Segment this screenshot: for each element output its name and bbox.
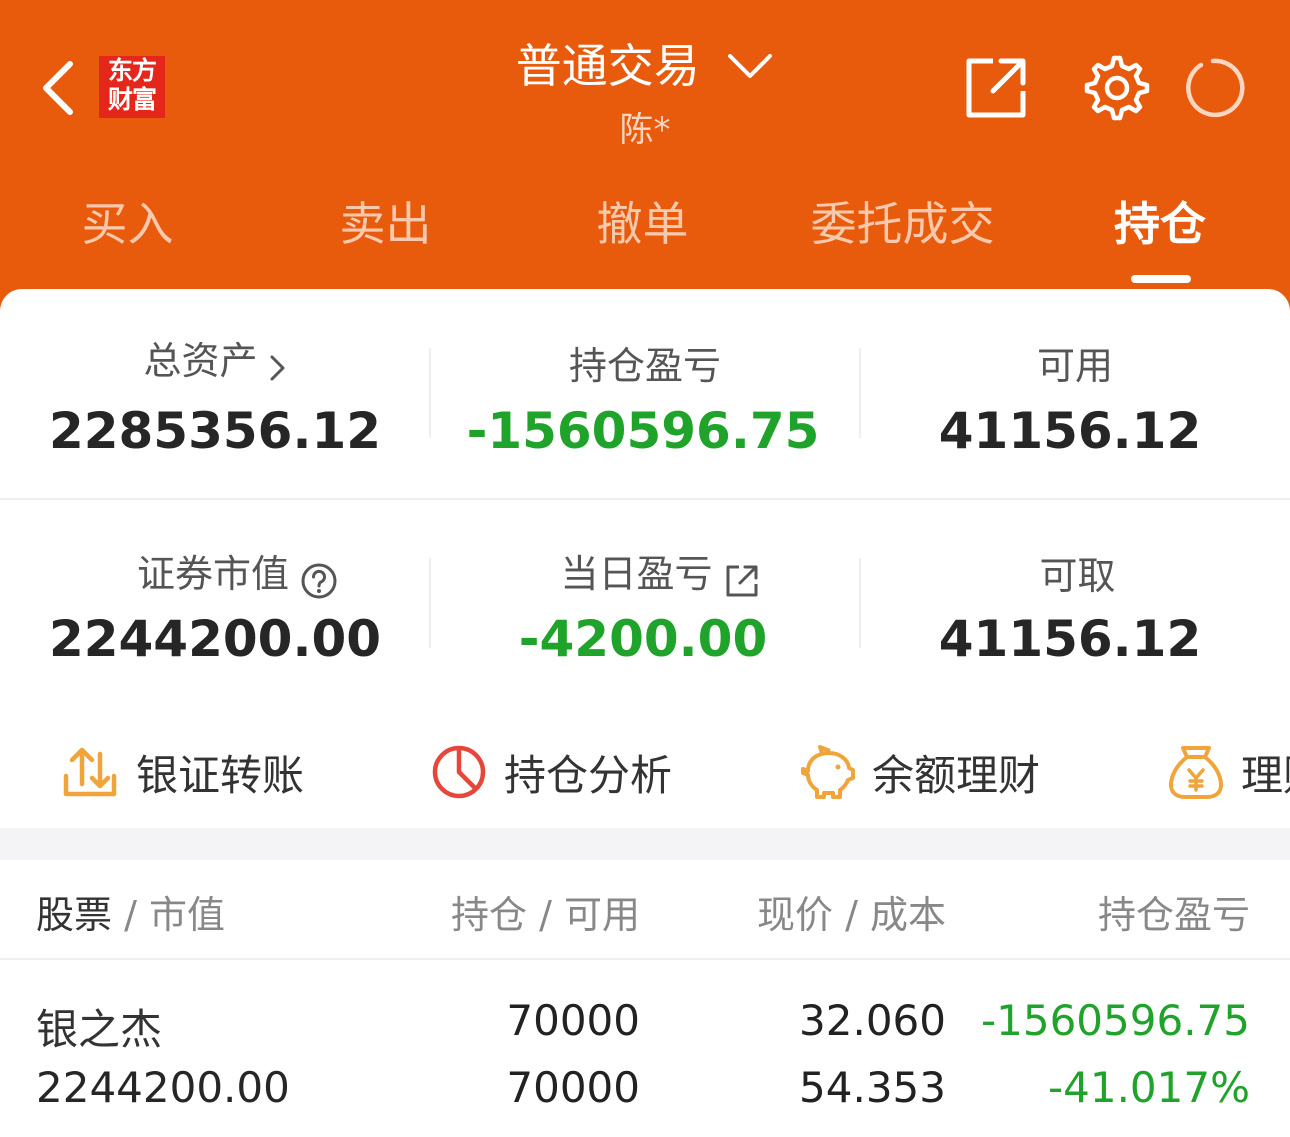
refresh-icon xyxy=(1186,58,1245,118)
tab-sell[interactable]: 卖出 xyxy=(318,188,453,254)
piggy-bank-icon xyxy=(801,745,855,799)
available-value: 41156.12 xyxy=(938,402,1202,460)
stock-available: 70000 xyxy=(506,1063,640,1112)
pie-chart-icon xyxy=(432,745,486,799)
total-assets-label: 总资产 xyxy=(143,339,258,383)
total-assets-value: 2285356.12 xyxy=(48,402,382,460)
money-bag-icon xyxy=(1169,746,1223,799)
tab-cancel[interactable]: 撤单 xyxy=(575,188,710,254)
stock-price: 32.060 xyxy=(799,996,946,1045)
transfer-icon xyxy=(63,747,117,797)
back-button[interactable] xyxy=(38,58,84,118)
market-value-help[interactable]: 证券市值 xyxy=(0,543,475,604)
position-pl-label: 持仓盈亏 xyxy=(568,344,721,388)
available-label: 可用 xyxy=(1036,344,1113,388)
gear-icon xyxy=(1084,55,1150,121)
quick-action-label: 持仓分析 xyxy=(504,750,673,800)
column-header-stock[interactable]: 股票 / 市值 xyxy=(36,884,225,939)
column-header-price[interactable]: 现价 / 成本 xyxy=(740,884,946,939)
stock-position: 70000 xyxy=(506,996,640,1045)
quick-action-balance-wealth[interactable]: 余额理财 xyxy=(798,740,1040,804)
stock-name: 银之杰 xyxy=(36,1005,163,1054)
quick-action-label: 余额理财 xyxy=(872,750,1041,800)
external-link-icon xyxy=(724,563,760,603)
market-value-label: 证券市值 xyxy=(136,552,289,596)
tab-buy[interactable]: 买入 xyxy=(60,188,195,254)
chevron-right-icon xyxy=(269,353,287,387)
question-circle-icon xyxy=(300,562,338,604)
withdrawable-label: 可取 xyxy=(1039,554,1116,598)
quick-action-label: 银证转账 xyxy=(136,750,305,800)
tab-orders-trades[interactable]: 委托成交 xyxy=(785,188,1020,254)
quick-action-transfer[interactable]: 银证转账 xyxy=(60,740,304,804)
withdrawable-value: 41156.12 xyxy=(938,610,1202,668)
daily-pl-label: 当日盈亏 xyxy=(560,552,713,596)
column-header-position[interactable]: 持仓 / 可用 xyxy=(440,884,640,939)
stock-pl: -1560596.75 xyxy=(980,996,1250,1045)
daily-pl-link[interactable]: 当日盈亏 xyxy=(430,543,890,603)
total-assets-link[interactable]: 总资产 xyxy=(0,330,430,387)
stock-cost: 54.353 xyxy=(799,1063,946,1112)
chevron-left-icon xyxy=(43,61,73,115)
quick-action-label: 理财 xyxy=(1241,750,1290,800)
position-pl-value: -1560596.75 xyxy=(466,402,820,460)
settings-button[interactable] xyxy=(1084,55,1150,121)
stock-market-value: 2244200.00 xyxy=(36,1063,290,1112)
refresh-button[interactable] xyxy=(1180,55,1246,121)
account-type-selector[interactable]: 普通交易 xyxy=(480,30,810,98)
share-button[interactable] xyxy=(963,55,1029,121)
chevron-down-icon xyxy=(726,34,774,98)
column-header-pl[interactable]: 持仓盈亏 xyxy=(1060,884,1250,939)
account-name: 陈* xyxy=(619,110,671,150)
quick-action-wealth[interactable]: 理财 xyxy=(1167,740,1290,804)
section-gap xyxy=(0,828,1290,860)
tab-positions[interactable]: 持仓 xyxy=(1090,188,1230,254)
stock-pl-percent: -41.017% xyxy=(1047,1063,1250,1112)
market-value-value: 2244200.00 xyxy=(48,610,382,668)
page-title: 普通交易 xyxy=(515,38,700,93)
external-link-icon xyxy=(966,58,1026,118)
logo: 东方 财富 xyxy=(99,56,165,118)
active-tab-indicator xyxy=(1131,275,1191,283)
section-divider xyxy=(0,498,1290,500)
quick-action-analysis[interactable]: 持仓分析 xyxy=(430,740,672,804)
table-row[interactable]: 银之杰 2244200.00 70000 70000 32.060 54.353… xyxy=(0,960,1290,1137)
daily-pl-value: -4200.00 xyxy=(518,610,768,668)
